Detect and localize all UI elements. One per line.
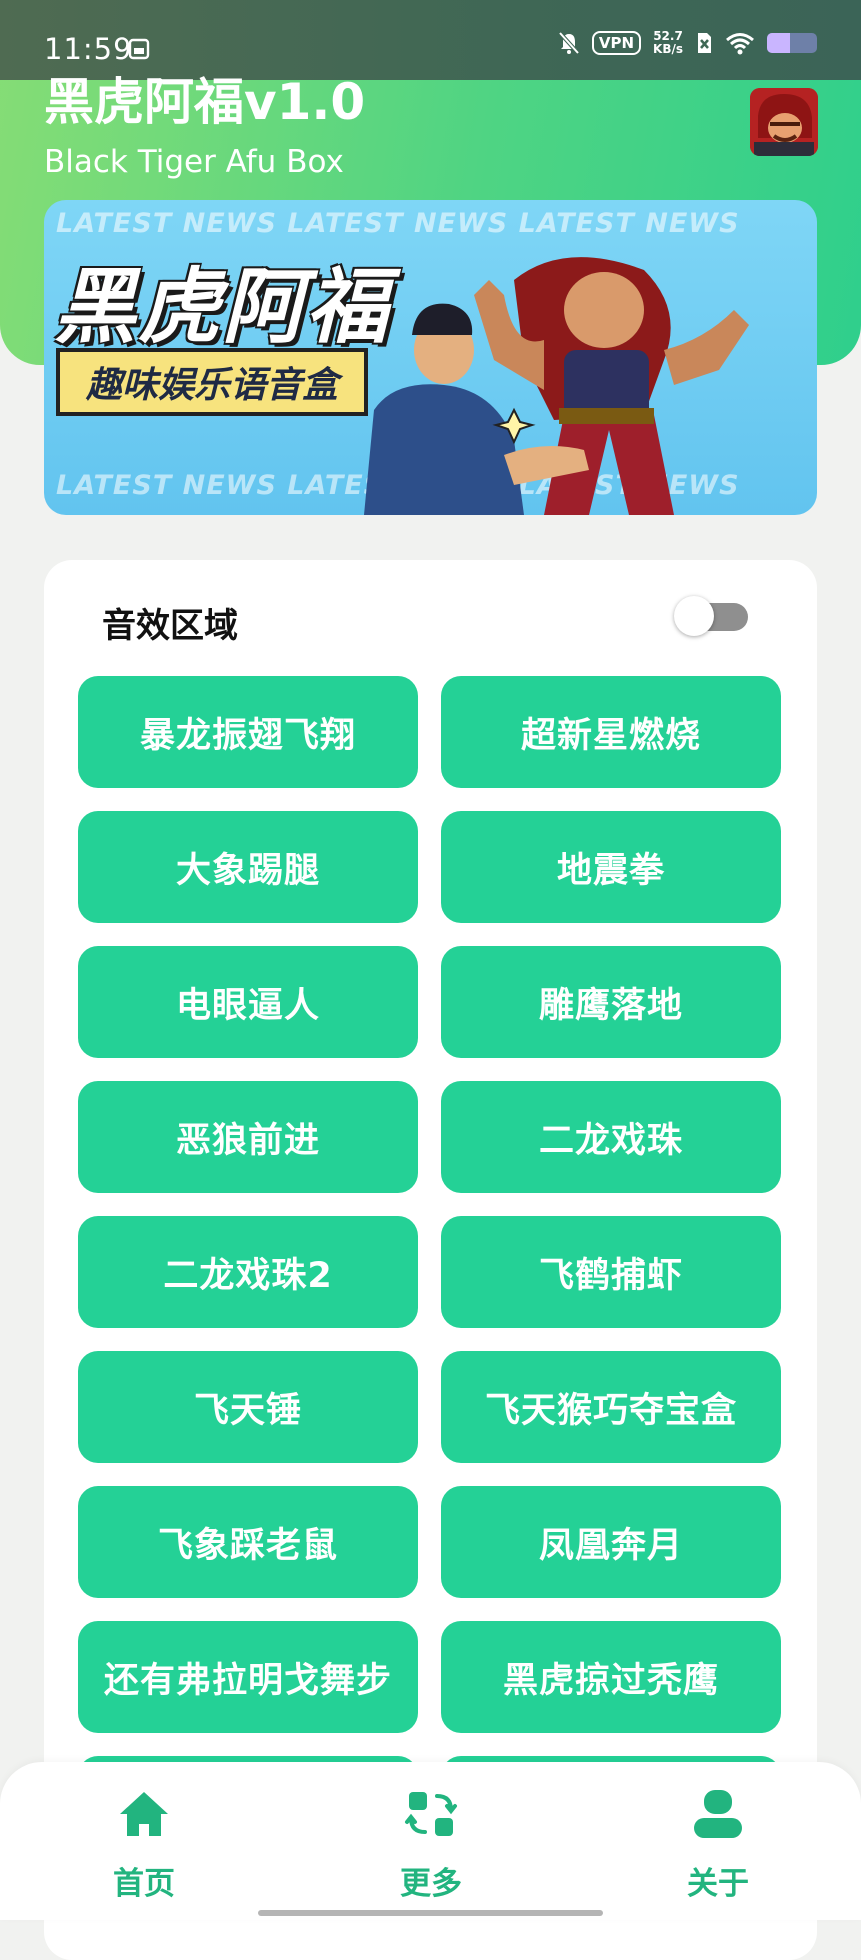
sound-button[interactable]: 二龙戏珠2 — [78, 1216, 418, 1328]
sound-toggle[interactable] — [674, 596, 750, 636]
sound-button[interactable]: 大象踢腿 — [78, 811, 418, 923]
nav-label-home: 首页 — [113, 1866, 175, 1902]
app-subtitle: Black Tiger Afu Box — [44, 144, 344, 180]
sound-button[interactable]: 雕鹰落地 — [441, 946, 781, 1058]
nav-item-home[interactable]: 首页 — [74, 1786, 214, 1903]
speed-unit: KB/s — [653, 42, 683, 56]
app-title: 黑虎阿福v1.0 — [44, 73, 366, 131]
mute-icon — [558, 31, 580, 55]
battery-fill — [767, 33, 790, 53]
status-bar: 11:59 VPN 52.7 KB/s — [0, 0, 861, 80]
sound-panel: 音效区域 暴龙振翅飞翔 超新星燃烧 大象踢腿 地震拳 电眼逼人 雕鹰落地 恶狼前… — [44, 560, 817, 1960]
sound-button-grid: 暴龙振翅飞翔 超新星燃烧 大象踢腿 地震拳 电眼逼人 雕鹰落地 恶狼前进 二龙戏… — [78, 676, 784, 1868]
sim-card-icon — [128, 38, 150, 60]
sound-button[interactable]: 凤凰奔月 — [441, 1486, 781, 1598]
sound-button[interactable]: 飞天猴巧夺宝盒 — [441, 1351, 781, 1463]
home-indicator[interactable] — [258, 1910, 603, 1916]
sound-button[interactable]: 飞天锤 — [78, 1351, 418, 1463]
switch-icon — [405, 1792, 457, 1836]
sound-button[interactable]: 还有弗拉明戈舞步 — [78, 1621, 418, 1733]
news-banner[interactable]: LATEST NEWS LATEST NEWS LATEST NEWS LATE… — [44, 200, 817, 515]
wifi-icon — [726, 33, 754, 55]
nav-item-more[interactable]: 更多 — [361, 1786, 501, 1903]
character-avatar-image — [750, 88, 818, 156]
battery-icon — [767, 33, 817, 53]
status-time: 11:59 — [44, 32, 133, 66]
nav-item-about[interactable]: 关于 — [648, 1786, 788, 1903]
sound-button[interactable]: 二龙戏珠 — [441, 1081, 781, 1193]
toggle-knob — [674, 596, 714, 636]
status-icons: VPN 52.7 KB/s — [558, 28, 817, 58]
banner-tagline: 趣味娱乐语音盒 — [56, 348, 369, 416]
vpn-icon: VPN — [591, 31, 642, 55]
sound-button[interactable]: 超新星燃烧 — [441, 676, 781, 788]
sound-panel-title: 音效区域 — [102, 606, 238, 646]
avatar[interactable] — [750, 88, 818, 156]
bottom-navigation: 首页 更多 关于 — [0, 1762, 861, 1920]
banner-title: 黑虎阿福 — [54, 260, 390, 355]
sound-button[interactable]: 恶狼前进 — [78, 1081, 418, 1193]
no-sim-icon — [698, 33, 711, 53]
nav-label-about: 关于 — [687, 1866, 749, 1902]
sound-button[interactable]: 飞象踩老鼠 — [78, 1486, 418, 1598]
user-icon — [694, 1790, 742, 1838]
nav-label-more: 更多 — [400, 1866, 462, 1902]
sound-button[interactable]: 电眼逼人 — [78, 946, 418, 1058]
speed-value: 52.7 — [653, 29, 683, 43]
sound-button[interactable]: 地震拳 — [441, 811, 781, 923]
sound-button[interactable]: 飞鹤捕虾 — [441, 1216, 781, 1328]
sound-button[interactable]: 暴龙振翅飞翔 — [78, 676, 418, 788]
network-speed: 52.7 KB/s — [653, 30, 683, 56]
sound-button[interactable]: 黑虎掠过秃鹰 — [441, 1621, 781, 1733]
home-icon — [120, 1792, 168, 1836]
